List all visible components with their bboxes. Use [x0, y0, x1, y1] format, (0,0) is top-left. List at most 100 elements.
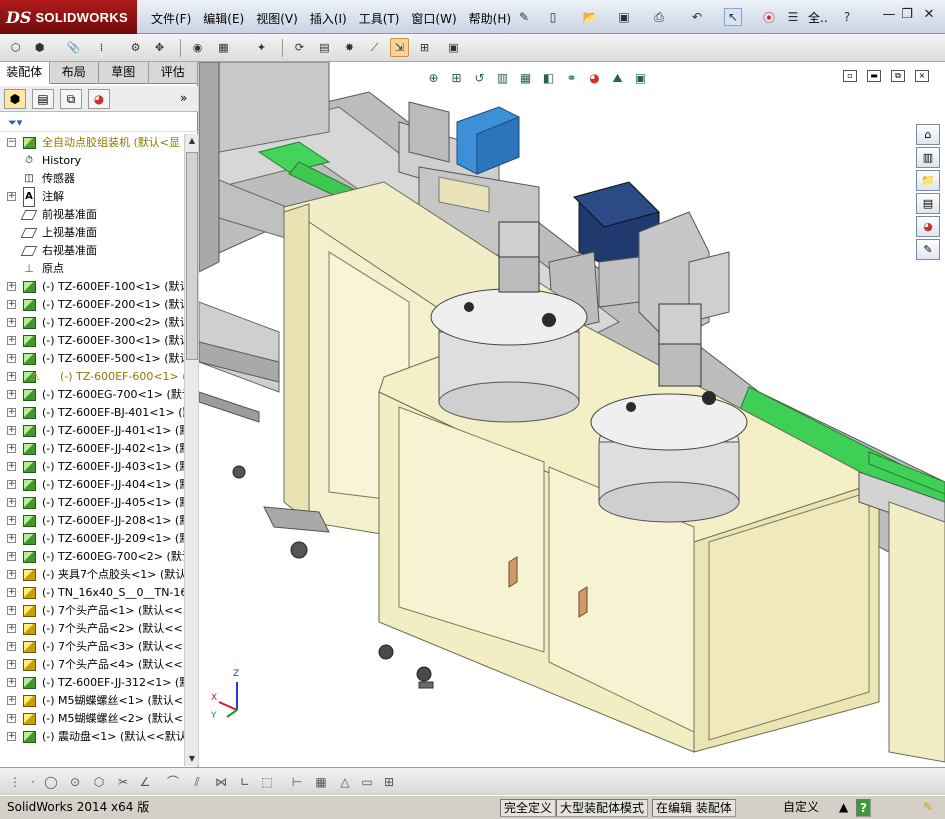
sketch-handle-icon[interactable]: ⋮ [6, 773, 24, 791]
viewport-close-icon[interactable]: × [915, 70, 929, 82]
expand-toggle[interactable]: + [7, 372, 16, 381]
angle-icon[interactable]: ∟ [236, 773, 254, 791]
units-selector[interactable]: 自定义 [780, 799, 822, 817]
update-speedpak-icon[interactable]: ⊞ [415, 38, 434, 57]
tree-item[interactable]: + (-) TZ-600EF-JJ-208<1> (默 [0, 512, 184, 530]
tree-item[interactable]: + (-) TZ-600EF-JJ-401<1> (默 [0, 422, 184, 440]
assembly-features-icon[interactable]: ▦ [214, 38, 233, 57]
select-arrow-icon[interactable]: ↖ [724, 8, 742, 26]
perimeter-circle-icon[interactable]: ⊙ [66, 773, 84, 791]
options-icon[interactable]: ☰ [784, 8, 802, 26]
tree-item[interactable]: + (-) TZ-600EF-200<2> (默认< [0, 314, 184, 332]
table-icon[interactable]: ⊞ [380, 773, 398, 791]
status-up-arrow-icon[interactable]: ▲ [836, 799, 851, 817]
line-icon[interactable]: ∠ [136, 773, 154, 791]
zoom-to-area-icon[interactable]: ⊞ [446, 69, 467, 87]
tree-item[interactable]: + (-) TZ-600EF-JJ-404<1> (默 [0, 476, 184, 494]
file-explorer-icon[interactable]: 📁 [916, 170, 940, 191]
search-commands-box[interactable]: 全.. [808, 9, 828, 26]
circle-icon[interactable]: ◯ [42, 773, 60, 791]
custom-properties-icon[interactable]: ✎ [916, 239, 940, 260]
view-palette-icon[interactable]: ▤ [916, 193, 940, 214]
zoom-to-fit-icon[interactable]: ⊕ [423, 69, 444, 87]
point-icon[interactable]: · [24, 773, 42, 791]
move-component-icon[interactable]: ✥ [150, 38, 169, 57]
expand-toggle[interactable]: + [7, 318, 16, 327]
expand-toggle[interactable]: + [7, 516, 16, 525]
tree-item[interactable]: + (-) TZ-600EF-JJ-405<1> (默 [0, 494, 184, 512]
tree-item[interactable]: + (-) 震动盘<1> (默认<<默认 [0, 728, 184, 746]
edit-component-icon[interactable]: ⬡ [6, 38, 25, 57]
viewport-restore-icon[interactable]: ▫ [843, 70, 857, 82]
tree-item[interactable]: + (-) 7个头产品<4> (默认<< [0, 656, 184, 674]
feature-tree-icon[interactable]: ⬢ [4, 89, 26, 109]
tree-item[interactable]: 上视基准面 [0, 224, 184, 242]
tree-item[interactable]: + (-) TZ-600EF-BJ-401<1> (默 [0, 404, 184, 422]
tree-item[interactable]: + (-) TZ-600EF-JJ-209<1> (默 [0, 530, 184, 548]
menu-view[interactable]: 视图(V) [251, 8, 303, 29]
menu-file[interactable]: 文件(F) [146, 8, 196, 29]
tree-item[interactable]: + (-) TZ-600EF-300<1> (默认< [0, 332, 184, 350]
print-icon[interactable]: ⎙ [650, 8, 668, 26]
graphics-area[interactable]: Z X Y ⊕ ⊞ ↺ ▥ ▦ ◧ ⚭ ◕ ⛰ ▣ ▫ ▬ ⧉ × [199, 62, 945, 767]
expand-toggle[interactable]: + [7, 588, 16, 597]
expand-toggle[interactable]: + [7, 732, 16, 741]
triangle-icon[interactable]: △ [336, 773, 354, 791]
tag-icon[interactable]: ✎ [920, 799, 936, 817]
rectangle-icon[interactable]: ▭ [358, 773, 376, 791]
tree-item[interactable]: + (-) 7个头产品<1> (默认<< [0, 602, 184, 620]
tab-assembly[interactable]: 装配体 [0, 62, 50, 84]
menu-help[interactable]: 帮助(H) [464, 8, 516, 29]
expand-toggle[interactable]: + [7, 696, 16, 705]
expand-toggle[interactable]: + [7, 660, 16, 669]
tree-item[interactable]: + (-) M5蝴蝶螺丝<1> (默认< [0, 692, 184, 710]
expand-toggle[interactable]: + [7, 552, 16, 561]
tree-item[interactable]: ◫ 传感器 [0, 170, 184, 188]
edit-appearance-icon[interactable]: ◕ [584, 69, 605, 87]
exploded-view-icon[interactable]: ✸ [340, 38, 359, 57]
expand-panel-chevron-icon[interactable]: » [180, 91, 187, 105]
new-motion-study-icon[interactable]: ⟳ [290, 38, 309, 57]
explode-line-sketch-icon[interactable]: ⟋ [365, 38, 384, 57]
tree-item[interactable]: ⏱ History [0, 152, 184, 170]
tree-item[interactable]: + A 注解 [0, 187, 184, 207]
expand-toggle[interactable]: + [7, 678, 16, 687]
menu-insert[interactable]: 插入(I) [305, 8, 352, 29]
filter-icon[interactable]: ⏷▾ [8, 116, 22, 130]
expand-toggle[interactable]: + [7, 498, 16, 507]
tree-item[interactable]: + (-) TZ-600EG-700<1> (默认< [0, 386, 184, 404]
viewport-minimize-icon[interactable]: ▬ [867, 70, 881, 82]
expand-toggle[interactable]: + [7, 282, 16, 291]
previous-view-icon[interactable]: ↺ [469, 69, 490, 87]
solidworks-resources-icon[interactable]: ⌂ [916, 124, 940, 145]
mate-icon[interactable]: 📎 [64, 38, 83, 57]
expand-toggle[interactable]: + [7, 300, 16, 309]
expand-toggle[interactable]: + [7, 354, 16, 363]
tree-item[interactable]: + (-) 7个头产品<2> (默认<< [0, 620, 184, 638]
insert-component-icon[interactable]: ⬢ [30, 38, 49, 57]
viewport-tile-icon[interactable]: ⧉ [891, 70, 905, 82]
linear-pattern-icon[interactable]: ⁞ [92, 38, 111, 57]
expand-toggle[interactable]: + [7, 336, 16, 345]
reference-geometry-icon[interactable]: ✦ [252, 38, 271, 57]
section-view-icon[interactable]: ▥ [492, 69, 513, 87]
solidworks-logo[interactable]: DS SOLIDWORKS [0, 0, 137, 34]
expand-toggle[interactable]: + [7, 426, 16, 435]
polygon-icon[interactable]: ⬡ [90, 773, 108, 791]
tree-root-assembly[interactable]: − ⚠ 全自动点胶组装机 (默认<显 [0, 134, 184, 152]
tree-item[interactable]: 前视基准面 [0, 206, 184, 224]
tab-evaluate[interactable]: 评估 [149, 62, 198, 84]
property-manager-icon[interactable]: ▤ [32, 89, 54, 109]
expand-toggle[interactable]: + [7, 192, 16, 201]
tree-item[interactable]: + ⚠ (-) TZ-600EF-600<1> (默 [0, 368, 184, 386]
tree-item[interactable]: + (-) M5蝴蝶螺丝<2> (默认< [0, 710, 184, 728]
tree-item[interactable]: + (-) 7个头产品<3> (默认<< [0, 638, 184, 656]
mirror-icon[interactable]: ⋈ [212, 773, 230, 791]
expand-toggle[interactable]: + [7, 534, 16, 543]
dotted-box-icon[interactable]: ⬚ [258, 773, 276, 791]
view-orientation-icon[interactable]: ▦ [515, 69, 536, 87]
help-question-icon[interactable]: ? [838, 8, 856, 26]
menu-tools[interactable]: 工具(T) [354, 8, 405, 29]
save-icon[interactable]: ▣ [615, 8, 633, 26]
hide-show-items-icon[interactable]: ⚭ [561, 69, 582, 87]
